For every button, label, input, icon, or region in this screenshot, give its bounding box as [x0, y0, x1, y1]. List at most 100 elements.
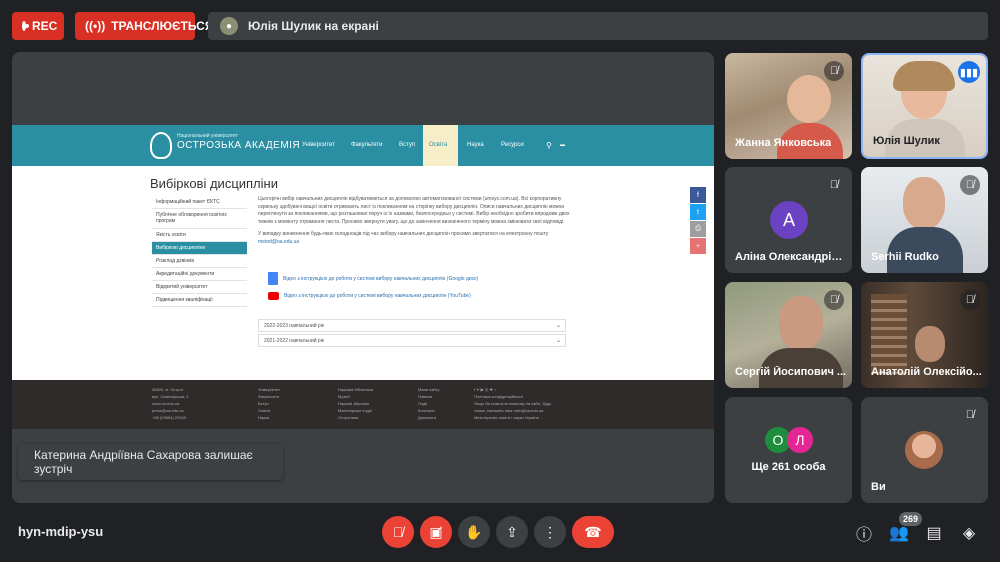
site-nav-item[interactable]: Ресурси: [501, 125, 524, 166]
self-tile[interactable]: 🎙̸ Ви: [861, 397, 988, 503]
email-link[interactable]: metod@oa.edu.ua: [258, 239, 299, 245]
participant-tile[interactable]: 🎙̸ Сергій Йосипович ...: [725, 282, 852, 388]
present-button[interactable]: ⇪: [496, 516, 528, 548]
site-nav-item[interactable]: Наука: [467, 125, 484, 166]
people-count-badge: 269: [899, 512, 923, 526]
year-label: 2021-2022 навчальний рік: [264, 338, 324, 344]
avatar: А: [770, 201, 808, 239]
raise-hand-button[interactable]: ✋: [458, 516, 490, 548]
live-badge[interactable]: ((•)) ТРАНСЛЮЄТЬСЯ: [75, 12, 213, 40]
logo-name: ОСТРОЗЬКА АКАДЕМІЯ: [177, 140, 301, 151]
site-search-icon[interactable]: ⚲: [546, 125, 552, 166]
side-menu-item[interactable]: Публічне обговорення освітніх програм: [152, 209, 247, 229]
mic-off-icon: 🎙̸: [829, 179, 839, 191]
video-link-label: Відео з інструкцією до роботи у системі …: [283, 275, 479, 282]
mic-off-icon: 🎙̸: [960, 290, 980, 310]
social-icons[interactable]: f ✦ ▶ ◎ ✚ ♪: [474, 386, 551, 393]
twitter-icon[interactable]: t: [690, 204, 706, 220]
academy-logo-icon: [150, 132, 172, 159]
presenter-text: Юлія Шулик на екрані: [248, 19, 379, 33]
leave-notification: Катерина Андріївна Сахарова залишає зуст…: [18, 444, 283, 480]
body-text: Цьогорічн вибір навчальних дисциплін від…: [258, 196, 570, 251]
more-participants-label: Ще 261 особа: [751, 461, 826, 473]
footer-links: Мапа сайту Новини Події Контакти Допомог…: [418, 387, 440, 420]
page-title: Вибіркові дисципліни: [150, 176, 278, 191]
footer-links: Наукова бібліотека Музей Наукові збірник…: [338, 387, 374, 420]
youtube-icon: [268, 292, 279, 300]
year-accordion[interactable]: 2022-2023 навчальний рік ⌄: [258, 319, 566, 332]
people-icon: 👥: [889, 525, 909, 542]
info-icon: ⓘ: [855, 527, 872, 544]
participant-name: Сергій Йосипович ...: [735, 366, 847, 378]
footer-address: 35800, м. Острог вул. Семінарська, 2 www…: [152, 387, 189, 420]
language-flag-icon[interactable]: ▬: [560, 125, 565, 166]
end-call-icon: ☎: [584, 523, 602, 540]
share-plus-icon[interactable]: +: [690, 238, 706, 254]
video-link-label: Відео з інструкцією до роботи у системі …: [284, 293, 471, 299]
site-nav-item[interactable]: Університет: [302, 125, 335, 166]
chat-button[interactable]: ▤: [923, 522, 945, 544]
mic-off-icon: 🎙̸: [824, 61, 844, 81]
side-menu-item[interactable]: Підвищення кваліфікації: [152, 294, 247, 307]
facebook-icon[interactable]: f: [690, 187, 706, 203]
presentation-stage: Національний університет ОСТРОЗЬКА АКАДЕ…: [12, 52, 714, 503]
year-accordion[interactable]: 2021-2022 навчальний рік ⌄: [258, 334, 566, 347]
participant-tile[interactable]: 🎙̸ Serhii Rudko: [861, 167, 988, 273]
shared-screen: Національний університет ОСТРОЗЬКА АКАДЕ…: [12, 125, 714, 429]
person-face: [903, 177, 945, 229]
more-options-button[interactable]: ⋮: [534, 516, 566, 548]
presenter-banner[interactable]: ● Юлія Шулик на екрані: [208, 12, 988, 40]
side-menu-item[interactable]: Акредитаційні документи: [152, 268, 247, 281]
meeting-info-button[interactable]: ⓘ: [853, 522, 875, 544]
site-content: Вибіркові дисципліни Інформаційний пакет…: [12, 166, 714, 380]
site-footer: 35800, м. Острог вул. Семінарська, 2 www…: [12, 380, 714, 429]
chat-icon: ▤: [926, 525, 942, 542]
broadcast-icon: ((•)): [85, 19, 106, 33]
footer-links: Університет Факультети Вступ Освіта Наук…: [258, 387, 280, 420]
side-menu-item-active[interactable]: Вибіркові дисципліни: [152, 242, 247, 255]
side-menu-item[interactable]: Інформаційний пакет ЄКТС: [152, 196, 247, 209]
avatar: Л: [787, 427, 813, 453]
record-icon: [22, 21, 29, 31]
site-nav-item-active[interactable]: Освіта: [423, 125, 458, 166]
mic-off-icon: 🎙̸: [824, 290, 844, 310]
camera-toggle-button[interactable]: ▣̸: [420, 516, 452, 548]
activities-button[interactable]: ◈: [958, 522, 980, 544]
person-face: [779, 296, 823, 350]
person-face: [915, 326, 945, 362]
avatar: [905, 431, 943, 469]
activities-icon: ◈: [962, 525, 976, 542]
site-nav-item[interactable]: Вступ: [399, 125, 415, 166]
site-nav-item[interactable]: Факультети: [351, 125, 383, 166]
meeting-code[interactable]: hyn-mdip-ysu: [18, 524, 103, 539]
paragraph-contact: У випадку виникнення будь-яких складнощі…: [258, 231, 549, 245]
chevron-down-icon: ⌄: [555, 323, 561, 329]
more-options-icon: ⋮: [543, 523, 557, 540]
mic-off-icon: 🎙̸: [960, 175, 980, 195]
person-face: [787, 75, 831, 123]
side-menu-item[interactable]: Якість освіти: [152, 229, 247, 242]
year-label: 2022-2023 навчальний рік: [264, 323, 324, 329]
bookshelf: [871, 294, 907, 374]
raise-hand-icon: ✋: [465, 523, 483, 540]
participant-tile[interactable]: 🎙̸ Жанна Янковська: [725, 53, 852, 159]
video-link-youtube[interactable]: Відео з інструкцією до роботи у системі …: [268, 292, 471, 300]
side-menu: Інформаційний пакет ЄКТС Публічне обгово…: [152, 196, 247, 307]
participant-tile[interactable]: 🎙̸ Анатолій Олексійо...: [861, 282, 988, 388]
side-menu-item[interactable]: Розклад дзвінків: [152, 255, 247, 268]
print-icon[interactable]: ⎙: [690, 221, 706, 237]
participant-name: Жанна Янковська: [735, 137, 832, 149]
mic-toggle-button[interactable]: 🎙̸: [382, 516, 414, 548]
participant-tile-speaking[interactable]: ▮▮▮ Юлія Шулик: [861, 53, 988, 159]
participant-name: Ви: [871, 481, 886, 493]
participant-tile[interactable]: А 🎙̸ Аліна Олександрів...: [725, 167, 852, 273]
more-participants-tile[interactable]: О Л Ще 261 особа: [725, 397, 852, 503]
person-body: [887, 227, 963, 273]
participant-name: Аліна Олександрів...: [735, 251, 847, 263]
google-doc-icon: [268, 272, 278, 285]
side-menu-item[interactable]: Відкритий університет: [152, 281, 247, 294]
rec-badge: REC: [12, 12, 64, 40]
video-link-gdrive[interactable]: Відео з інструкцією до роботи у системі …: [268, 272, 478, 285]
end-call-button[interactable]: ☎: [572, 516, 614, 548]
present-icon: ⇪: [506, 523, 518, 540]
